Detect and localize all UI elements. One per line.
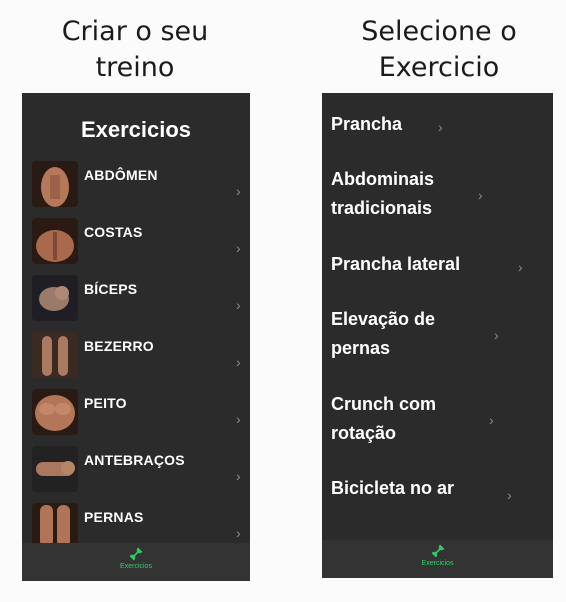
exercise-label: Abdominais tradicionais (331, 169, 435, 218)
chevron-right-icon: › (236, 411, 241, 427)
chevron-right-icon: › (236, 240, 241, 256)
exercise-label: Crunch com rotação (331, 394, 437, 443)
exercise-label: Prancha lateral (331, 254, 461, 274)
category-row-forearms[interactable]: ANTEBRAÇOS › (22, 444, 250, 501)
category-label: ANTEBRAÇOS (84, 452, 185, 468)
chevron-right-icon: › (438, 119, 443, 135)
exercise-row-crunches[interactable]: Abdominais tradicionais › (331, 165, 541, 223)
chevron-right-icon: › (236, 354, 241, 370)
exercise-label: Bicicleta no ar (331, 478, 455, 498)
category-row-calf[interactable]: BEZERRO › (22, 330, 250, 387)
exercise-row-side-plank[interactable]: Prancha lateral › (331, 250, 541, 279)
dumbbell-icon (431, 544, 444, 558)
category-label: ABDÔMEN (84, 167, 158, 183)
exercise-label: Elevação de pernas (331, 309, 436, 358)
chevron-right-icon: › (478, 187, 483, 203)
dumbbell-icon (129, 547, 143, 561)
caption-create-workout: Criar o seu treino (61, 16, 209, 83)
biceps-thumbnail (32, 275, 78, 321)
exercise-row-plank[interactable]: Prancha › (331, 110, 541, 139)
bottom-tab-bar: Exercicios (322, 540, 553, 578)
chest-thumbnail (32, 389, 78, 435)
tab-label: Exercicios (120, 563, 152, 570)
category-label: PEITO (84, 395, 127, 411)
chevron-right-icon: › (236, 297, 241, 313)
exercise-list-screen: Prancha › Abdominais tradicionais › Pran… (322, 93, 553, 578)
bottom-tab-bar: Exercicios (22, 543, 250, 581)
chevron-right-icon: › (494, 327, 499, 343)
category-row-back[interactable]: COSTAS › (22, 216, 250, 273)
category-row-chest[interactable]: PEITO › (22, 387, 250, 444)
chevron-right-icon: › (236, 525, 241, 541)
category-row-abdomen[interactable]: ABDÔMEN › (22, 159, 250, 216)
category-label: BEZERRO (84, 338, 154, 354)
chevron-right-icon: › (518, 259, 523, 275)
exercise-categories-screen: Exercicios ABDÔMEN › COSTAS › BÍCEPS › B… (22, 93, 250, 581)
category-label: BÍCEPS (84, 281, 138, 297)
category-label: COSTAS (84, 224, 143, 240)
exercise-row-leg-raise[interactable]: Elevação de pernas › (331, 305, 541, 363)
calf-thumbnail (32, 332, 78, 378)
exercise-row-bicycle[interactable]: Bicicleta no ar › (331, 474, 541, 503)
abdomen-thumbnail (32, 161, 78, 207)
chevron-right-icon: › (236, 468, 241, 484)
forearms-thumbnail (32, 446, 78, 492)
tab-exercises[interactable]: Exercicios (322, 544, 553, 567)
chevron-right-icon: › (489, 412, 494, 428)
category-row-biceps[interactable]: BÍCEPS › (22, 273, 250, 330)
exercise-row-twist-crunch[interactable]: Crunch com rotação › (331, 390, 541, 448)
back-thumbnail (32, 218, 78, 264)
caption-select-exercise: Selecione o Exercicio (361, 16, 517, 83)
exercise-label: Prancha (331, 114, 403, 134)
screen-title: Exercicios (80, 117, 192, 142)
tab-exercises[interactable]: Exercicios (22, 547, 250, 570)
category-label: PERNAS (84, 509, 144, 525)
chevron-right-icon: › (507, 487, 512, 503)
chevron-right-icon: › (236, 183, 241, 199)
tab-label: Exercicios (421, 560, 454, 567)
